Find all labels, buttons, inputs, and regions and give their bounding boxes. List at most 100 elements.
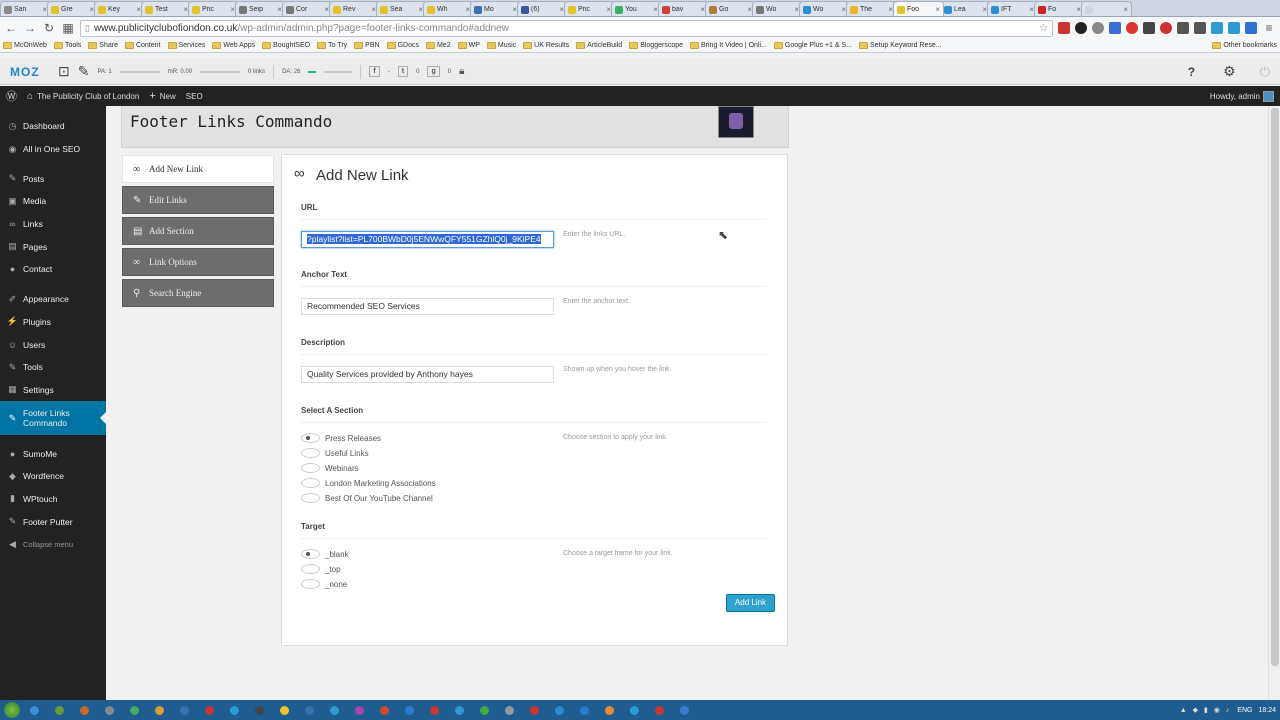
browser-tab[interactable]: You × (611, 1, 662, 16)
taskbar-app-icon[interactable] (125, 703, 144, 718)
radio-option[interactable]: Useful Links (301, 448, 369, 458)
new-link[interactable]: New (160, 92, 176, 101)
radio-option[interactable]: Best Of Our YouTube Channel (301, 493, 433, 503)
tab-close-icon[interactable]: × (1123, 5, 1128, 14)
gplus-icon[interactable]: g (427, 66, 440, 77)
taskbar-app-icon[interactable] (275, 703, 294, 718)
extension-icon[interactable] (1109, 22, 1121, 34)
home-icon[interactable]: ⌂ (27, 91, 33, 102)
radio-button[interactable] (301, 493, 320, 503)
bookmark-item[interactable]: Bring It Video | Onli... (690, 42, 767, 49)
lock-icon[interactable]: 🔒︎ (459, 66, 464, 77)
add-link-button[interactable]: Add Link (726, 594, 775, 612)
extension-icon[interactable] (1126, 22, 1138, 34)
bookmark-item[interactable]: Bloggerscope (629, 42, 683, 49)
sidebar-item[interactable]: ◆ Wordfence (0, 465, 106, 488)
browser-tab[interactable]: San × (0, 1, 51, 16)
sidebar-item[interactable]: ✎ Footer Putter (0, 510, 106, 533)
sidebar-item[interactable]: ◷ Dashboard (0, 115, 106, 138)
apps-grid-icon[interactable]: ▦ (61, 21, 75, 35)
extension-icon[interactable] (1092, 22, 1104, 34)
bookmark-item[interactable]: Share (88, 42, 118, 49)
bookmark-item[interactable]: GDocs (386, 42, 419, 49)
taskbar-app-icon[interactable] (600, 703, 619, 718)
taskbar-app-icon[interactable] (475, 703, 494, 718)
taskbar-app-icon[interactable] (225, 703, 244, 718)
radio-option[interactable]: _blank (301, 549, 349, 559)
bookmark-item[interactable]: Setup Keyword Rese... (859, 42, 942, 49)
plugin-tab[interactable]: ∞ Link Options (122, 248, 274, 276)
extension-icon[interactable] (1075, 22, 1087, 34)
radio-option[interactable]: Press Releases (301, 433, 381, 443)
taskbar-app-icon[interactable] (100, 703, 119, 718)
taskbar-app-icon[interactable] (200, 703, 219, 718)
page-scrollbar[interactable] (1268, 106, 1280, 700)
browser-tab[interactable]: Seip × (235, 1, 286, 16)
browser-tab[interactable]: × (1081, 1, 1132, 16)
plugin-tab[interactable]: ▤ Add Section (122, 217, 274, 245)
sidebar-item[interactable]: ▣ Media (0, 190, 106, 213)
sidebar-item[interactable]: ✎ Tools (0, 356, 106, 379)
taskbar-app-icon[interactable] (250, 703, 269, 718)
sidebar-item[interactable]: ▦ Settings (0, 379, 106, 402)
extension-icon[interactable] (1194, 22, 1206, 34)
sidebar-item[interactable]: ✎ Posts (0, 167, 106, 190)
bookmark-item[interactable]: Google Plus +1 & S... (773, 42, 852, 49)
extension-icon[interactable] (1143, 22, 1155, 34)
radio-option[interactable]: _none (301, 579, 347, 589)
browser-tab[interactable]: Rev × (329, 1, 380, 16)
description-input[interactable]: Quality Services provided by Anthony hay… (301, 366, 554, 383)
avatar[interactable] (1263, 90, 1274, 102)
radio-option[interactable]: _top (301, 564, 341, 574)
taskbar-app-icon[interactable] (400, 703, 419, 718)
taskbar-app-icon[interactable] (675, 703, 694, 718)
plugin-tab[interactable]: ∞ Add New Link (122, 155, 274, 183)
browser-tab[interactable]: Gre × (47, 1, 98, 16)
site-name[interactable]: The Publicity Club of London (37, 92, 139, 101)
bookmark-item[interactable]: UK Results (523, 42, 569, 49)
bookmark-item[interactable]: WP (457, 42, 480, 49)
sidebar-item[interactable]: ● Contact (0, 258, 106, 281)
taskbar-app-icon[interactable] (450, 703, 469, 718)
browser-tab[interactable]: Mo × (470, 1, 521, 16)
taskbar-app-icon[interactable] (50, 703, 69, 718)
bookmark-item[interactable]: BoughtSEO (262, 42, 310, 49)
settings-icon[interactable]: ⚙ (1223, 63, 1236, 80)
browser-tab[interactable]: Wh × (423, 1, 474, 16)
taskbar-app-icon[interactable] (375, 703, 394, 718)
radio-option[interactable]: Webinars (301, 463, 359, 473)
clock[interactable]: 18:24 (1258, 707, 1276, 714)
sidebar-item[interactable]: ✎ Footer Links Commando (0, 401, 106, 436)
extension-icon[interactable] (1058, 22, 1070, 34)
new-icon[interactable]: + (149, 90, 155, 102)
browser-tab[interactable]: Test × (141, 1, 192, 16)
power-icon[interactable]: ⏻ (1260, 64, 1270, 80)
extension-icon[interactable] (1245, 22, 1257, 34)
pencil-icon[interactable]: ✎ (78, 63, 90, 80)
taskbar-app-icon[interactable] (425, 703, 444, 718)
taskbar-app-icon[interactable] (300, 703, 319, 718)
browser-tab[interactable]: Pric × (188, 1, 239, 16)
reload-icon[interactable]: ↻ (42, 21, 56, 35)
extension-icon[interactable] (1160, 22, 1172, 34)
sidebar-item[interactable]: ☺ Users (0, 333, 106, 356)
twitter-icon[interactable]: t (397, 66, 409, 77)
bookmark-item[interactable]: To Try (317, 42, 347, 49)
forward-icon[interactable]: → (23, 21, 37, 35)
radio-button[interactable] (301, 549, 320, 559)
url-input[interactable]: ?playlist?list=PL700BWbD0j5ENWwQFY551GZh… (301, 231, 554, 248)
tab-close-icon[interactable]: × (935, 5, 940, 14)
sidebar-item[interactable]: ▤ Pages (0, 235, 106, 258)
taskbar-app-icon[interactable] (350, 703, 369, 718)
facebook-icon[interactable]: f (369, 66, 380, 77)
sidebar-item[interactable]: ✐ Appearance (0, 288, 106, 311)
browser-tab[interactable]: bav × (658, 1, 709, 16)
back-icon[interactable]: ← (4, 21, 18, 35)
radio-option[interactable]: London Marketing Associations (301, 478, 436, 488)
sidebar-item[interactable]: ⚡ Plugins (0, 311, 106, 334)
address-bar[interactable]: ▯ www.publicityclubofiondon.co.uk/wp-adm… (80, 19, 1053, 37)
browser-tab[interactable]: (6) × (517, 1, 568, 16)
help-icon[interactable]: ? (1188, 65, 1195, 79)
taskbar-app-icon[interactable] (325, 703, 344, 718)
browser-tab[interactable]: Cor × (282, 1, 333, 16)
